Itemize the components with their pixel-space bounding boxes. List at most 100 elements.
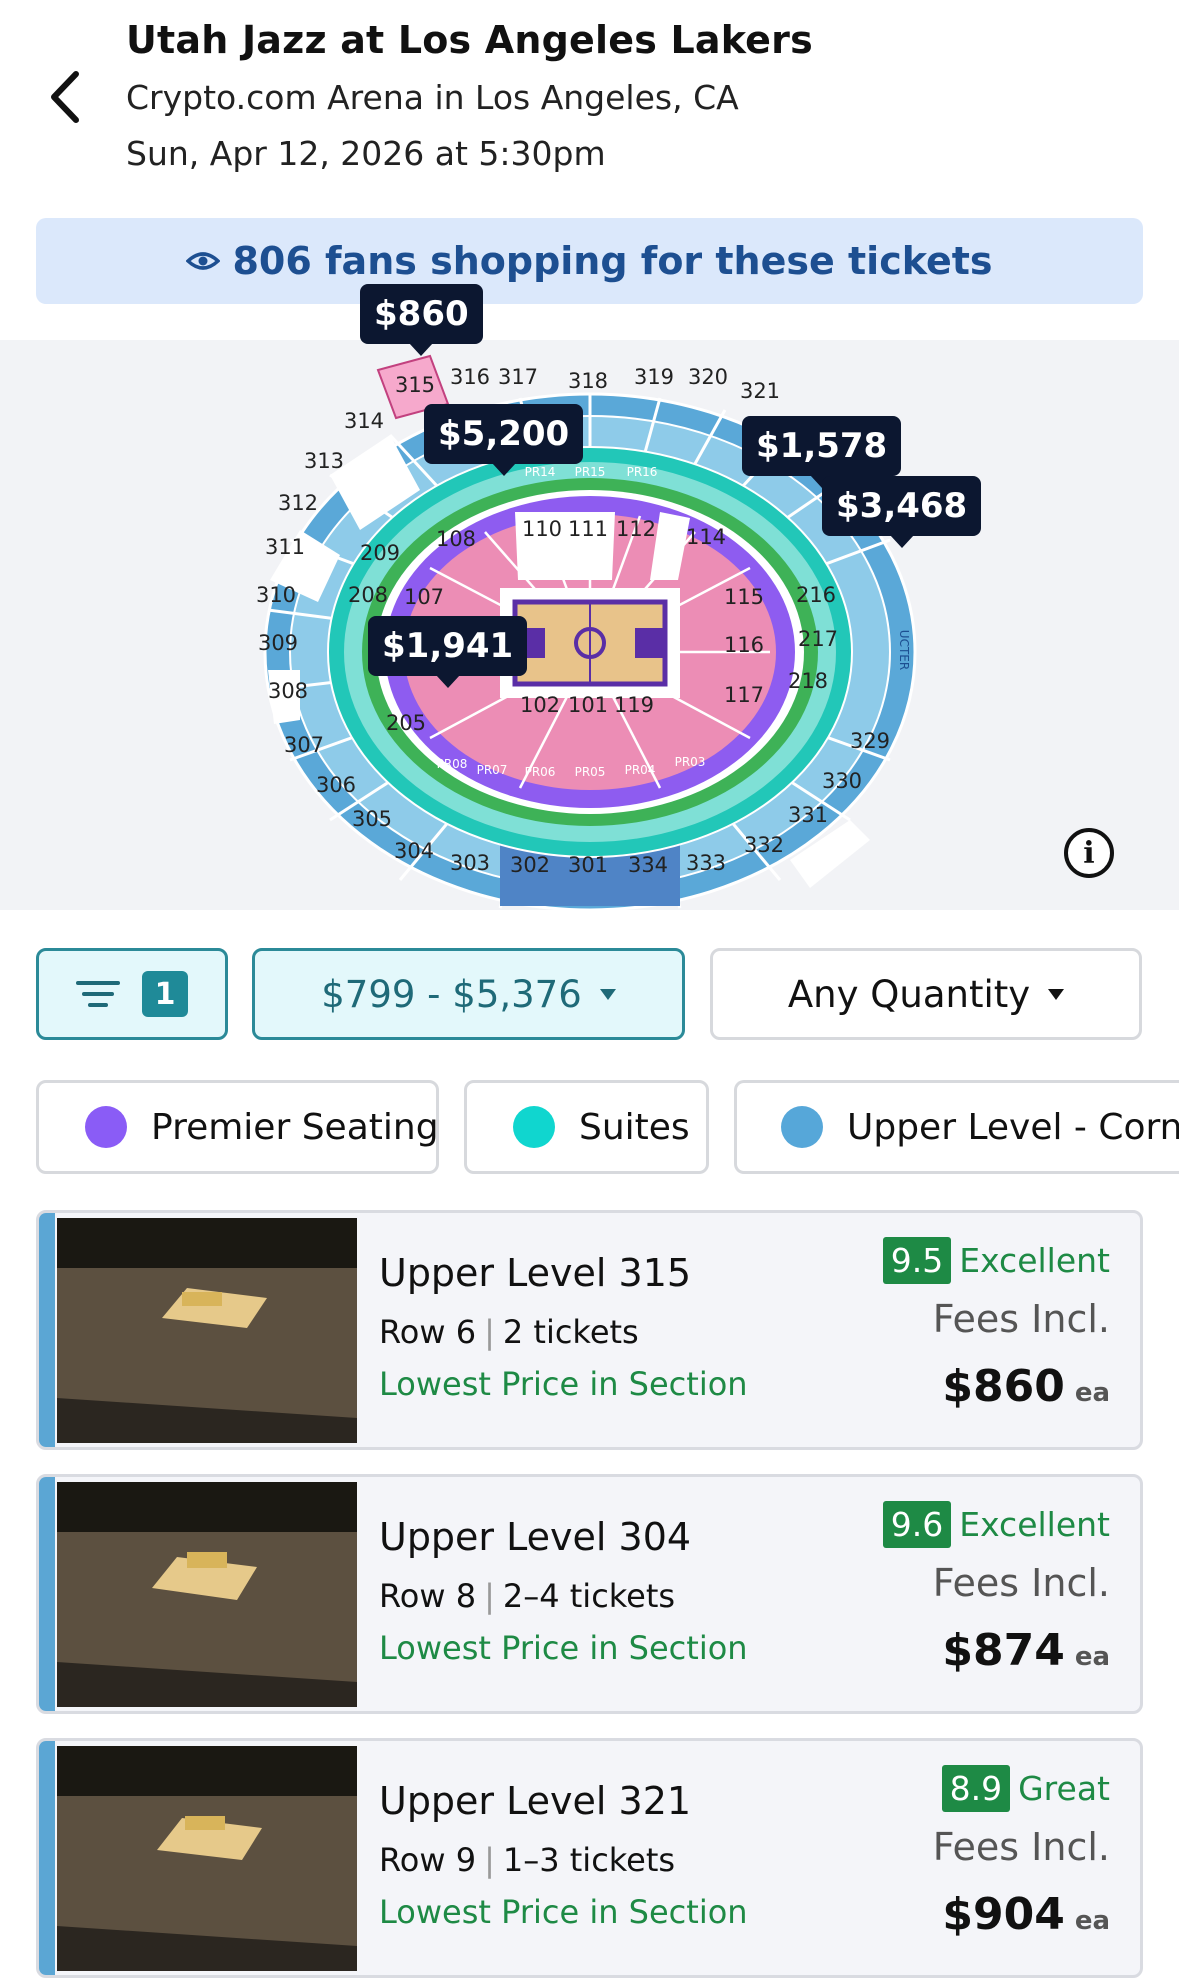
svg-text:PR16: PR16 — [627, 465, 658, 479]
svg-text:313: 313 — [304, 449, 344, 473]
listing-section-name: Upper Level 315 — [379, 1251, 692, 1295]
suites-color-dot — [513, 1106, 555, 1148]
svg-text:112: 112 — [616, 517, 656, 541]
rating-label: Excellent — [959, 1241, 1110, 1280]
fees-note: Fees Incl. — [932, 1297, 1110, 1341]
filter-lines-icon — [76, 981, 120, 1007]
svg-text:312: 312 — [278, 491, 318, 515]
fees-note: Fees Incl. — [932, 1561, 1110, 1605]
listing-ticket-count: 2 tickets — [502, 1313, 639, 1351]
event-title: Utah Jazz at Los Angeles Lakers — [126, 18, 813, 62]
listing-section-name: Upper Level 321 — [379, 1779, 692, 1823]
price-unit: ea — [1074, 1906, 1110, 1936]
caret-down-icon — [599, 988, 616, 1000]
upper-corner-color-dot — [781, 1106, 823, 1148]
svg-text:117: 117 — [724, 683, 764, 707]
seat-view-thumbnail — [57, 1746, 357, 1971]
svg-text:311: 311 — [265, 535, 305, 559]
listing-row-tickets: Row 6 | 2 tickets — [379, 1313, 639, 1351]
listing-ticket-count: 2–4 tickets — [502, 1577, 676, 1615]
svg-text:205: 205 — [386, 711, 426, 735]
svg-text:310: 310 — [256, 583, 296, 607]
listing-deal-note: Lowest Price in Section — [379, 1629, 748, 1667]
svg-text:317: 317 — [498, 365, 538, 389]
section-color-stripe — [39, 1477, 55, 1711]
listing-row: Row 9 — [379, 1841, 477, 1879]
listing-row-tickets: Row 8 | 2–4 tickets — [379, 1577, 676, 1615]
price-range-dropdown[interactable]: $799 - $5,376 — [252, 948, 685, 1040]
svg-text:116: 116 — [724, 633, 764, 657]
svg-text:319: 319 — [634, 365, 674, 389]
listing-rating: 8.9 Great — [941, 1765, 1110, 1812]
svg-text:314: 314 — [344, 409, 384, 433]
quantity-value: Any Quantity — [787, 972, 1031, 1016]
quantity-dropdown[interactable]: Any Quantity — [710, 948, 1142, 1040]
svg-text:107: 107 — [404, 585, 444, 609]
price-value: $904 — [942, 1889, 1065, 1940]
svg-text:316: 316 — [450, 365, 490, 389]
map-price-tag-suite-right[interactable]: $1,578 — [742, 416, 902, 488]
svg-text:209: 209 — [360, 541, 400, 565]
filters-button[interactable]: 1 — [36, 948, 228, 1040]
svg-text:306: 306 — [316, 773, 356, 797]
premier-color-dot — [85, 1106, 127, 1148]
back-button[interactable] — [42, 62, 92, 132]
map-price-tag-315[interactable]: $860 — [360, 284, 483, 356]
section-color-stripe — [39, 1213, 55, 1447]
price-unit: ea — [1074, 1378, 1110, 1408]
svg-text:110: 110 — [522, 517, 562, 541]
chip-upper-level-corner[interactable]: Upper Level - Corner — [734, 1080, 1179, 1174]
svg-text:PR06: PR06 — [525, 765, 556, 779]
svg-text:PR14: PR14 — [525, 465, 556, 479]
svg-text:102: 102 — [520, 693, 560, 717]
chip-label: Premier Seating — [151, 1106, 439, 1148]
svg-text:309: 309 — [258, 631, 298, 655]
listing-card[interactable]: Upper Level 304 Row 8 | 2–4 tickets Lowest… — [36, 1474, 1143, 1714]
svg-text:217: 217 — [798, 627, 838, 651]
listing-section-name: Upper Level 304 — [379, 1515, 692, 1559]
svg-text:329: 329 — [850, 729, 890, 753]
svg-text:308: 308 — [268, 679, 308, 703]
svg-text:115: 115 — [724, 585, 764, 609]
chip-label: Suites — [579, 1106, 690, 1148]
info-icon[interactable]: i — [1064, 828, 1114, 878]
listing-card[interactable]: Upper Level 315 Row 6 | 2 tickets Lowest P… — [36, 1210, 1143, 1450]
map-price-tag-215[interactable]: $3,468 — [822, 476, 982, 548]
svg-text:216: 216 — [796, 583, 836, 607]
rating-score: 9.5 — [882, 1237, 952, 1284]
listing-card[interactable]: Upper Level 321 Row 9 | 1–3 tickets Lowest… — [36, 1738, 1143, 1978]
listing-rating: 9.5 Excellent — [882, 1237, 1110, 1284]
listing-price: $874 ea — [942, 1625, 1110, 1676]
listing-rating: 9.6 Excellent — [882, 1501, 1110, 1548]
svg-text:318: 318 — [568, 369, 608, 393]
eye-icon — [186, 252, 221, 270]
svg-text:320: 320 — [688, 365, 728, 389]
listing-row: Row 6 — [379, 1313, 477, 1351]
svg-text:305: 305 — [352, 807, 392, 831]
fans-shopping-banner: 806 fans shopping for these tickets — [36, 218, 1143, 304]
map-price-tag-premier[interactable]: $5,200 — [424, 404, 584, 476]
active-filter-count: 1 — [142, 971, 188, 1017]
svg-text:114: 114 — [686, 525, 726, 549]
svg-text:330: 330 — [822, 769, 862, 793]
event-venue: Crypto.com Arena in Los Angeles, CA — [126, 78, 739, 117]
caret-down-icon — [1048, 988, 1065, 1000]
map-price-tag-206[interactable]: $1,941 — [368, 616, 528, 688]
svg-text:331: 331 — [788, 803, 828, 827]
svg-text:PR05: PR05 — [575, 765, 606, 779]
svg-text:PR08: PR08 — [437, 757, 468, 771]
svg-text:315: 315 — [395, 373, 435, 397]
seat-map[interactable]: 315 316 317 318 319 320 321 314 313 312 311 310 3… — [0, 284, 1179, 910]
svg-text:332: 332 — [744, 833, 784, 857]
svg-text:334: 334 — [628, 853, 668, 877]
svg-text:208: 208 — [348, 583, 388, 607]
arena-map[interactable]: 315 316 317 318 319 320 321 314313 312 311 310 3… — [0, 340, 1179, 910]
price-unit: ea — [1074, 1642, 1110, 1672]
svg-text:119: 119 — [614, 693, 654, 717]
listing-ticket-count: 1–3 tickets — [502, 1841, 676, 1879]
section-color-stripe — [39, 1741, 55, 1975]
fees-note: Fees Incl. — [932, 1825, 1110, 1869]
listing-price: $904 ea — [942, 1889, 1110, 1940]
chip-premier-seating[interactable]: Premier Seating — [36, 1080, 439, 1174]
chip-suites[interactable]: Suites — [464, 1080, 709, 1174]
